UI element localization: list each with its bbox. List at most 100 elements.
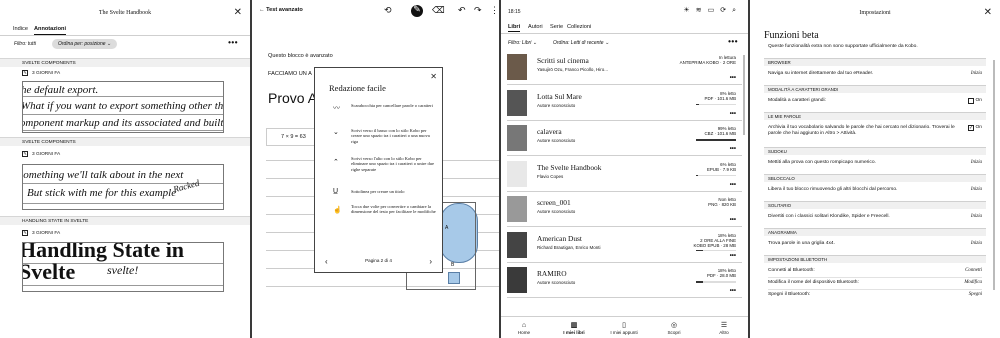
- filter-dropdown[interactable]: Filtro: Libri ⌄: [508, 40, 537, 46]
- setting-action-link[interactable]: Spegni: [969, 292, 982, 297]
- handwritten-annotation[interactable]: something we'll talk about in the next B…: [22, 164, 224, 210]
- settings-section-header: MODALITÀ A CARATTERI GRANDI: [764, 85, 986, 93]
- book-row[interactable]: screen_001 Autore sconosciuto Non letto PNG…: [501, 192, 748, 227]
- setting-action-link[interactable]: Connetti: [965, 268, 982, 273]
- setting-action-link[interactable]: Inizia: [971, 187, 982, 192]
- more-options-icon[interactable]: •••: [730, 111, 736, 117]
- settings-section-header: ANAGRAMMA: [764, 228, 986, 236]
- setting-action-link[interactable]: Modifica: [964, 280, 982, 285]
- book-cover: [507, 231, 527, 258]
- chevron-right-icon[interactable]: ›: [429, 257, 432, 266]
- setting-action-link[interactable]: Inizia: [971, 241, 982, 246]
- setting-row[interactable]: Modifica il nome del dispositivo Bluetoo…: [768, 280, 982, 285]
- nav-item[interactable]: ▯ I miei appunti: [604, 322, 644, 335]
- nav-item[interactable]: ▥ I miei libri: [554, 322, 594, 335]
- setting-row[interactable]: Libera il tuo blocco rimuovendo gli altr…: [768, 187, 982, 192]
- pen-icon[interactable]: ✎: [411, 5, 423, 17]
- checkbox-label: On: [975, 125, 982, 130]
- book-author: Richard Brautigan, Enrico Monti: [537, 244, 601, 250]
- setting-action-link[interactable]: Inizia: [971, 160, 982, 165]
- order-dropdown[interactable]: Ordina: Letti di recente ⌄: [553, 40, 609, 46]
- book-title: RAMIRO: [537, 269, 567, 278]
- tab-series[interactable]: Serie: [550, 24, 563, 30]
- more-options-icon[interactable]: •••: [730, 75, 736, 81]
- redo-icon[interactable]: ↷: [474, 6, 482, 15]
- book-row[interactable]: Lotta Sul Mare Autore sconosciuto 8% letto…: [501, 86, 748, 121]
- setting-row[interactable]: Naviga su internet direttamente dal tuo …: [768, 71, 982, 76]
- undo-icon[interactable]: ↶: [458, 6, 466, 15]
- setting-row[interactable]: Divertiti con i classici solitari Klondi…: [768, 214, 982, 219]
- handwritten-annotation[interactable]: Handling State in Svelte svelte!: [22, 242, 224, 292]
- checkbox[interactable]: ✓: [968, 125, 974, 131]
- scrollbar[interactable]: [743, 55, 745, 135]
- settings-section-header: SOLITARIO: [764, 201, 986, 209]
- checkbox[interactable]: [968, 98, 974, 104]
- book-row[interactable]: Scritti sul cinema Yasujirō Ozu, Franco P…: [501, 50, 748, 85]
- status-icons: ☀≋▭⟳⌕: [683, 6, 742, 15]
- nav-icon: ◎: [670, 322, 678, 329]
- tab-collections[interactable]: Collezioni: [567, 24, 591, 30]
- order-label: Ordina: Letti di recente: [553, 40, 604, 46]
- setting-row[interactable]: Connetti al Bluetooth: Connetti: [768, 268, 982, 273]
- tab-index[interactable]: Indice: [13, 26, 28, 32]
- nav-icon: ▯: [622, 322, 626, 329]
- progress-bar: [696, 249, 736, 251]
- setting-description: Modalità a caratteri grandi:: [768, 98, 826, 103]
- order-chip[interactable]: Ordina per: posizione ⌄: [52, 39, 118, 49]
- close-icon[interactable]: ✕: [234, 8, 242, 18]
- setting-action-link[interactable]: Inizia: [971, 71, 982, 76]
- more-options-icon[interactable]: •••: [228, 38, 238, 47]
- nav-item[interactable]: ⌂ Home: [504, 322, 544, 335]
- setting-description: Spegni il Bluetooth:: [768, 292, 811, 297]
- sync-icon[interactable]: ⟳: [720, 7, 732, 14]
- convert-icon[interactable]: ⟲: [384, 6, 392, 15]
- setting-row[interactable]: Spegni il Bluetooth: Spegni: [768, 292, 982, 297]
- notebook-screen: ← Test avanzato ⟲ ✎ ⌫ ↶ ↷ ⋮ Questo blocc…: [252, 0, 499, 338]
- settings-section-header: IMPOSTAZIONI BLUETOOTH: [764, 255, 986, 263]
- more-options-icon[interactable]: ⋮: [490, 6, 499, 15]
- wifi-icon[interactable]: ≋: [696, 7, 708, 14]
- book-row[interactable]: RAMIRO Autore sconosciuto 18% letto PDF · 2…: [501, 263, 748, 298]
- setting-action-link[interactable]: Inizia: [971, 214, 982, 219]
- book-row[interactable]: calavera Autore sconosciuto 99% letto CBZ ·…: [501, 121, 748, 156]
- close-icon[interactable]: ✕: [430, 72, 437, 82]
- nav-item[interactable]: ☰ Altro: [704, 322, 744, 335]
- book-title: The Svelte Handbook: [537, 162, 602, 172]
- search-icon[interactable]: ⌕: [732, 7, 742, 14]
- setting-row[interactable]: Trova parole in una griglia 4x4. Inizia: [768, 241, 982, 246]
- more-options-icon[interactable]: •••: [730, 253, 736, 259]
- more-options-icon[interactable]: •••: [730, 146, 736, 152]
- eraser-icon[interactable]: ⌫: [432, 6, 445, 15]
- diagram-shape[interactable]: [448, 272, 460, 284]
- nav-item[interactable]: ◎ Scopri: [654, 322, 694, 335]
- annotation-meta: ✎ 3 GIORNI FA: [22, 151, 60, 157]
- annotation-date: 3 GIORNI FA: [32, 230, 61, 236]
- more-options-icon[interactable]: •••: [730, 182, 736, 188]
- brightness-icon[interactable]: ☀: [683, 7, 695, 14]
- filter-chip[interactable]: Filtro: tutti: [8, 39, 42, 49]
- handwritten-annotation[interactable]: he default export. What if you want to e…: [22, 81, 224, 133]
- nav-icon: ☰: [720, 322, 728, 329]
- settings-section-header: SBLOCCALO: [764, 174, 986, 182]
- book-title: Lotta Sul Mare: [537, 91, 582, 101]
- book-status: ANTEPRIMA KOBO · 2 ORE: [679, 60, 736, 66]
- scrollbar[interactable]: [993, 60, 995, 290]
- more-options-icon[interactable]: •••: [730, 217, 736, 223]
- book-row[interactable]: American Dust Richard Brautigan, Enrico M…: [501, 228, 748, 263]
- book-status: KOBO EPUB · 28 MB: [693, 243, 736, 249]
- book-title: screen_001: [537, 198, 571, 207]
- tab-books[interactable]: Libri: [508, 24, 521, 32]
- book-row[interactable]: The Svelte Handbook Flavio Copes 6% letto E…: [501, 157, 748, 192]
- book-title: Scritti sul cinema: [537, 56, 589, 65]
- more-options-icon[interactable]: •••: [728, 37, 738, 46]
- setting-row[interactable]: Mettiti alla prova con questo rompicapo …: [768, 160, 982, 165]
- back-button[interactable]: ← Test avanzato: [259, 7, 303, 13]
- nav-label: Altro: [719, 330, 729, 335]
- more-options-icon[interactable]: •••: [730, 288, 736, 294]
- tab-authors[interactable]: Autori: [528, 24, 543, 30]
- close-icon[interactable]: ✕: [984, 8, 992, 18]
- nav-icon: ▥: [570, 322, 578, 329]
- pen-note-icon: ✎: [22, 151, 28, 157]
- hand-tap-icon: ☝: [333, 207, 342, 214]
- tab-annotations[interactable]: Annotazioni: [34, 26, 67, 35]
